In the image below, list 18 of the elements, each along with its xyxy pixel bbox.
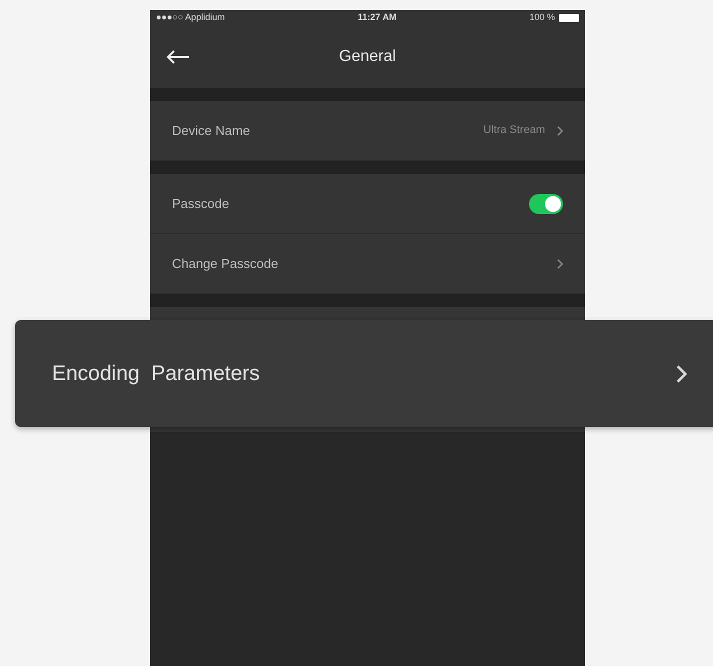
carrier-label: ●●●○○ Applidium	[156, 11, 225, 24]
encoding-parameters-row[interactable]: Encoding Parameters	[15, 320, 713, 427]
toggle-switch[interactable]	[529, 194, 563, 214]
row-label: Passcode	[172, 194, 230, 213]
settings-row[interactable]: Passcode	[150, 174, 585, 234]
settings-row[interactable]: Device Name Ultra Stream	[150, 101, 585, 161]
time-label: 11:27 AM	[358, 11, 396, 24]
battery-icon	[559, 14, 579, 22]
settings-row[interactable]: Change Passcode	[150, 234, 585, 294]
chevron-icon	[676, 364, 687, 382]
back-arrow-icon[interactable]	[166, 50, 190, 64]
screen-title: General	[339, 47, 396, 67]
battery-label: 100 %	[529, 11, 555, 24]
row-value: Ultra Stream	[483, 123, 545, 138]
chevron-icon	[557, 258, 563, 268]
row-label: Device Name	[172, 122, 250, 140]
row-label: Change Passcode	[172, 254, 278, 273]
chevron-icon	[557, 126, 563, 136]
